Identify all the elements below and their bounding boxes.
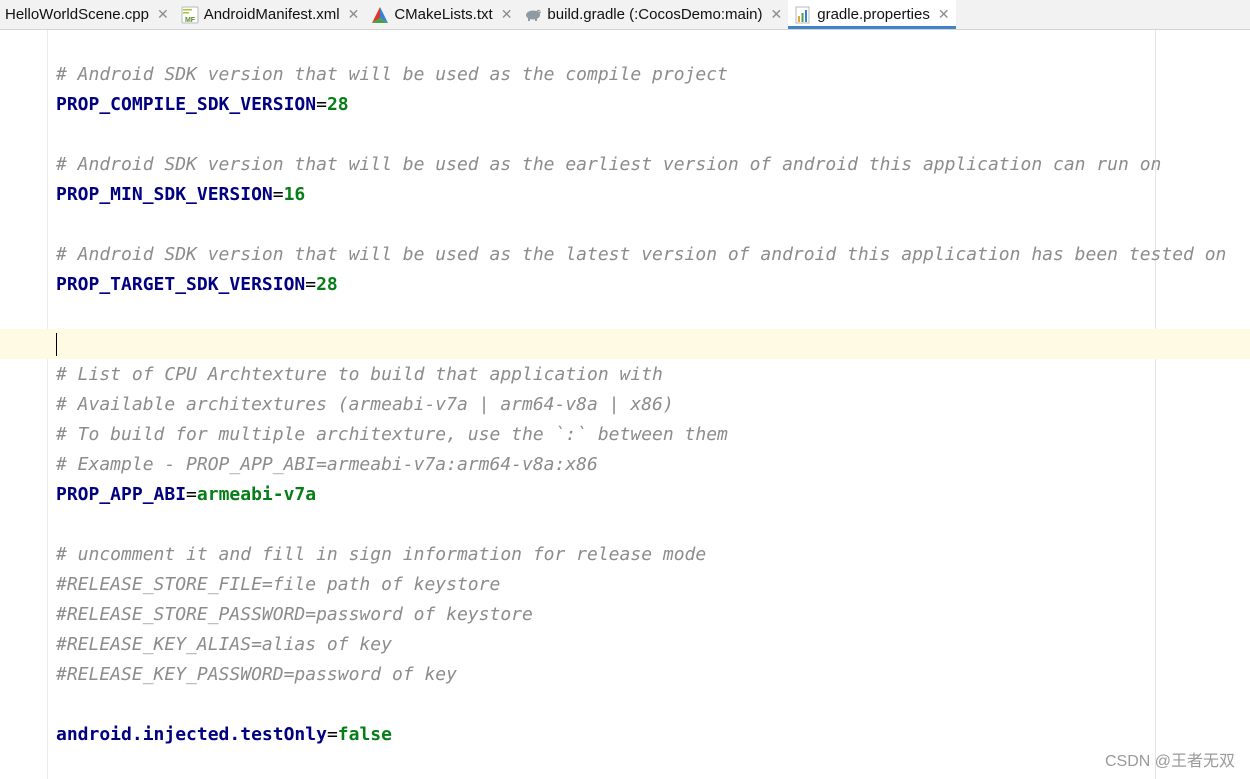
editor-tab-bar: HelloWorldScene.cpp ✕ MF AndroidManifest… (0, 0, 1250, 30)
code-comment: # Android SDK version that will be used … (56, 154, 1162, 175)
code-line[interactable]: # uncomment it and fill in sign informat… (56, 540, 1226, 570)
code-content[interactable]: # Android SDK version that will be used … (56, 60, 1226, 750)
code-comment: # Android SDK version that will be used … (56, 64, 728, 85)
tab-androidmanifest-xml[interactable]: MF AndroidManifest.xml ✕ (175, 0, 366, 29)
code-comment: #RELEASE_KEY_ALIAS=alias of key (56, 634, 392, 655)
property-value: 28 (326, 94, 349, 115)
code-comment: #RELEASE_STORE_FILE=file path of keystor… (56, 574, 501, 595)
property-separator: = (305, 274, 317, 295)
property-key: PROP_APP_ABI (56, 484, 187, 505)
code-line[interactable]: #RELEASE_STORE_PASSWORD=password of keys… (56, 600, 1226, 630)
tab-label: CMakeLists.txt (394, 6, 493, 23)
property-value: 16 (283, 184, 306, 205)
code-line[interactable]: # Android SDK version that will be used … (56, 60, 1226, 90)
blank-code-line[interactable] (56, 300, 1226, 330)
code-comment: # Example - PROP_APP_ABI=armeabi-v7a:arm… (56, 454, 598, 475)
property-key: PROP_COMPILE_SDK_VERSION (56, 94, 317, 115)
code-comment: # Android SDK version that will be used … (56, 244, 1227, 265)
blank-code-line[interactable] (56, 330, 1226, 360)
property-key: android.injected.testOnly (56, 724, 327, 745)
code-line[interactable]: # Example - PROP_APP_ABI=armeabi-v7a:arm… (56, 450, 1226, 480)
property-separator: = (186, 484, 197, 505)
blank-code-line[interactable] (56, 210, 1226, 240)
property-value: 28 (316, 274, 338, 295)
property-separator: = (316, 94, 327, 115)
code-comment: #RELEASE_KEY_PASSWORD=password of key (56, 664, 457, 685)
code-comment: #RELEASE_STORE_PASSWORD=password of keys… (56, 604, 533, 625)
tab-label: build.gradle (:CocosDemo:main) (547, 6, 763, 23)
code-editor[interactable]: # Android SDK version that will be used … (0, 30, 1250, 779)
manifest-file-icon: MF (181, 6, 199, 24)
code-comment: # To build for multiple architexture, us… (56, 424, 728, 445)
tab-label: HelloWorldScene.cpp (5, 6, 149, 23)
tab-label: gradle.properties (817, 6, 930, 23)
tab-gradle-properties[interactable]: gradle.properties ✕ (788, 0, 956, 29)
property-value: false (337, 724, 392, 745)
code-line[interactable]: # To build for multiple architexture, us… (56, 420, 1226, 450)
tab-build-gradle[interactable]: build.gradle (:CocosDemo:main) ✕ (518, 0, 788, 29)
code-line[interactable]: PROP_COMPILE_SDK_VERSION=28 (56, 90, 1226, 120)
code-line[interactable]: PROP_APP_ABI=armeabi-v7a (56, 480, 1226, 510)
close-tab-icon[interactable]: ✕ (501, 7, 513, 23)
manifest-icon-text: MF (185, 17, 196, 24)
code-comment: # List of CPU Archtexture to build that … (56, 364, 663, 385)
gradle-elephant-icon (526, 9, 542, 21)
close-tab-icon[interactable]: ✕ (938, 7, 950, 23)
code-line[interactable]: # Android SDK version that will be used … (56, 150, 1226, 180)
code-line[interactable]: # Android SDK version that will be used … (56, 240, 1226, 270)
tab-helloworldscene-cpp[interactable]: HelloWorldScene.cpp ✕ (0, 0, 175, 29)
close-tab-icon[interactable]: ✕ (771, 7, 783, 23)
code-line[interactable]: #RELEASE_STORE_FILE=file path of keystor… (56, 570, 1226, 600)
code-line[interactable]: android.injected.testOnly=false (56, 720, 1226, 750)
blank-code-line[interactable] (56, 120, 1226, 150)
code-comment: # Available architextures (armeabi-v7a |… (56, 394, 674, 415)
property-separator: = (326, 724, 338, 745)
code-line[interactable]: # List of CPU Archtexture to build that … (56, 360, 1226, 390)
tab-cmakelists-txt[interactable]: CMakeLists.txt ✕ (365, 0, 518, 29)
editor-gutter[interactable] (0, 30, 48, 779)
code-line[interactable]: #RELEASE_KEY_PASSWORD=password of key (56, 660, 1226, 690)
property-key: PROP_MIN_SDK_VERSION (56, 184, 273, 205)
code-line[interactable]: PROP_MIN_SDK_VERSION=16 (56, 180, 1226, 210)
property-value: armeabi-v7a (196, 484, 317, 505)
blank-code-line[interactable] (56, 510, 1226, 540)
cmake-file-icon (372, 6, 389, 23)
properties-file-icon (795, 6, 810, 23)
close-tab-icon[interactable]: ✕ (348, 7, 360, 23)
tab-label: AndroidManifest.xml (203, 6, 340, 23)
blank-code-line[interactable] (56, 690, 1226, 720)
watermark: CSDN @王者无双 (1104, 753, 1235, 770)
code-line[interactable]: # Available architextures (armeabi-v7a |… (56, 390, 1226, 420)
property-separator: = (272, 184, 284, 205)
code-line[interactable]: PROP_TARGET_SDK_VERSION=28 (56, 270, 1226, 300)
code-comment: # uncomment it and fill in sign informat… (56, 544, 707, 565)
property-key: PROP_TARGET_SDK_VERSION (56, 274, 306, 295)
code-line[interactable]: #RELEASE_KEY_ALIAS=alias of key (56, 630, 1226, 660)
close-tab-icon[interactable]: ✕ (157, 7, 169, 23)
